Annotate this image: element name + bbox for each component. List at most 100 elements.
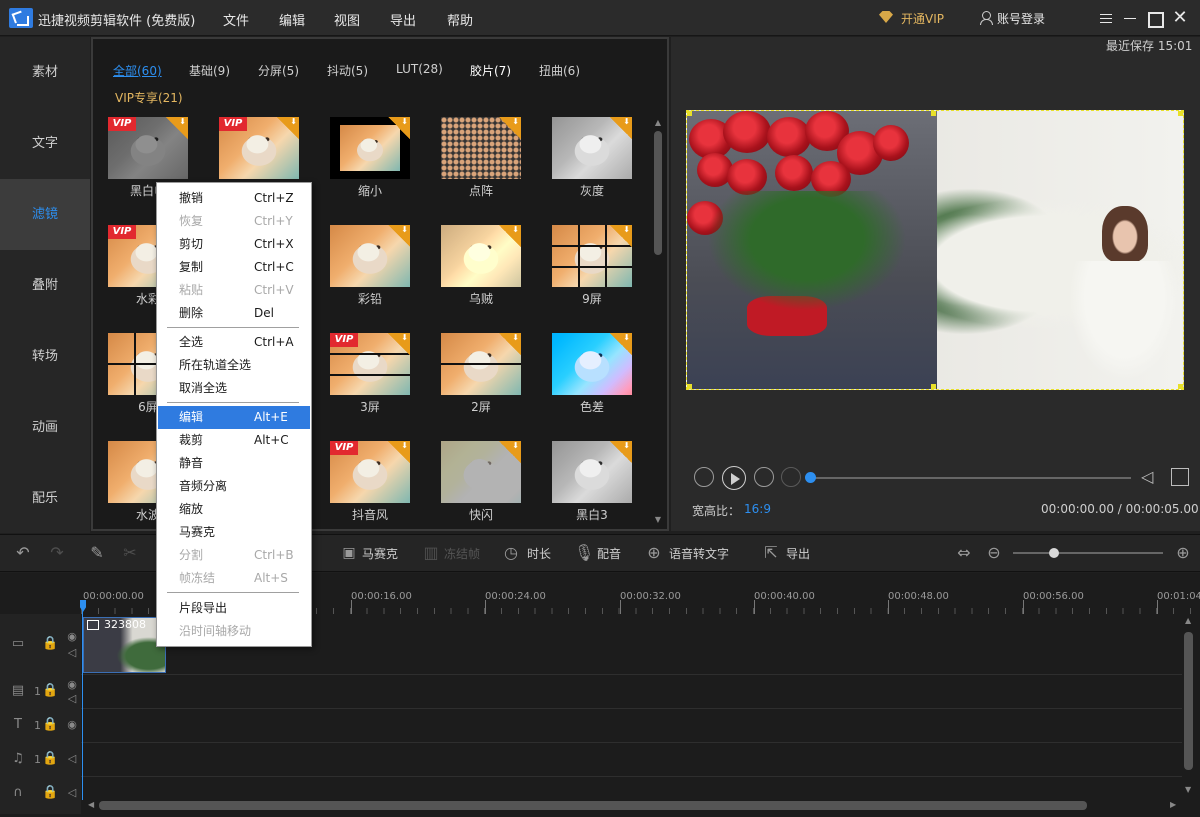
- edit-icon[interactable]: ✎: [88, 544, 106, 562]
- speech-to-text-icon[interactable]: ⊕: [645, 544, 663, 562]
- menu-item-freeze-frame[interactable]: 帧冻结 Alt+S: [158, 567, 310, 590]
- close-icon[interactable]: ✕: [1170, 8, 1190, 28]
- menu-file[interactable]: 文件: [223, 10, 249, 29]
- menu-item-paste[interactable]: 粘贴 Ctrl+V: [158, 279, 310, 302]
- speaker-icon[interactable]: ◁: [64, 751, 80, 767]
- menu-item-cut[interactable]: 剪切 Ctrl+X: [158, 233, 310, 256]
- menu-edit[interactable]: 编辑: [279, 10, 305, 29]
- tab-film[interactable]: 胶片(7): [470, 62, 511, 79]
- maximize-icon[interactable]: [1144, 8, 1164, 28]
- filter-thumb[interactable]: [552, 117, 632, 179]
- filter-thumb[interactable]: VIP: [330, 441, 410, 503]
- download-icon[interactable]: [277, 117, 299, 139]
- sidebar-item-music[interactable]: 配乐: [0, 463, 90, 534]
- freeze-frame-icon[interactable]: ▥: [422, 544, 440, 562]
- undo-icon[interactable]: ↶: [14, 544, 32, 562]
- export-button[interactable]: 导出: [786, 545, 810, 562]
- speech-to-text-button[interactable]: 语音转文字: [669, 545, 729, 562]
- zoom-out-icon[interactable]: ⊖: [985, 544, 1003, 562]
- zoom-in-icon[interactable]: ⊕: [1174, 544, 1192, 562]
- duration-button[interactable]: 时长: [527, 545, 551, 562]
- filter-thumb[interactable]: VIP: [330, 333, 410, 395]
- lock-icon[interactable]: 🔒: [42, 785, 58, 801]
- speaker-icon[interactable]: ◁: [64, 785, 80, 801]
- user-icon[interactable]: [980, 11, 993, 25]
- minimize-icon[interactable]: [1120, 8, 1140, 28]
- h-scroll-right-arrow[interactable]: ▶: [1170, 800, 1176, 809]
- voiceover-button[interactable]: 配音: [597, 545, 621, 562]
- download-icon[interactable]: [499, 333, 521, 355]
- aspect-ratio-value[interactable]: 16:9: [744, 502, 771, 516]
- filter-scrollbar[interactable]: [654, 131, 662, 255]
- menu-item-select-track[interactable]: 所在轨道全选: [158, 354, 310, 377]
- menu-item-undo[interactable]: 撤销 Ctrl+Z: [158, 187, 310, 210]
- filter-thumb[interactable]: VIP: [108, 117, 188, 179]
- lock-icon[interactable]: 🔒: [42, 717, 58, 733]
- filter-thumb[interactable]: [441, 225, 521, 287]
- playback-progress[interactable]: [809, 477, 1131, 479]
- menu-view[interactable]: 视图: [334, 10, 360, 29]
- preview-image[interactable]: [686, 110, 1184, 390]
- download-icon[interactable]: [610, 441, 632, 463]
- stop-button[interactable]: [781, 467, 801, 487]
- menu-item-split[interactable]: 分割 Ctrl+B: [158, 544, 310, 567]
- download-icon[interactable]: [166, 117, 188, 139]
- freeze-frame-button[interactable]: 冻结帧: [444, 545, 480, 562]
- menu-item-move-along-timeline[interactable]: 沿时间轴移动: [158, 620, 310, 643]
- speaker-icon[interactable]: ◁: [64, 645, 80, 661]
- filter-thumb[interactable]: [552, 333, 632, 395]
- v-scroll-down-arrow[interactable]: ▼: [1185, 785, 1191, 794]
- menu-item-crop[interactable]: 裁剪 Alt+C: [158, 429, 310, 452]
- menu-item-export-clip[interactable]: 片段导出: [158, 597, 310, 620]
- fullscreen-icon[interactable]: [1171, 468, 1189, 486]
- volume-icon[interactable]: ◁: [1141, 467, 1161, 487]
- filter-thumb[interactable]: [330, 225, 410, 287]
- download-icon[interactable]: [388, 333, 410, 355]
- filter-thumb[interactable]: [330, 117, 410, 179]
- menu-item-deselect-all[interactable]: 取消全选: [158, 377, 310, 400]
- h-scroll-left-arrow[interactable]: ◀: [88, 800, 94, 809]
- sidebar-item-filters[interactable]: 滤镜: [0, 179, 90, 250]
- mosaic-button[interactable]: 马赛克: [362, 545, 398, 562]
- speaker-icon[interactable]: ◁: [64, 691, 80, 707]
- tab-basic[interactable]: 基础(9): [189, 62, 230, 79]
- menu-help[interactable]: 帮助: [447, 10, 473, 29]
- prev-frame-button[interactable]: [694, 467, 714, 487]
- eye-icon[interactable]: ◉: [64, 629, 80, 645]
- download-icon[interactable]: [610, 117, 632, 139]
- filter-thumb[interactable]: [441, 333, 521, 395]
- export-icon[interactable]: ⇱: [762, 544, 780, 562]
- lock-icon[interactable]: 🔒: [42, 751, 58, 767]
- next-frame-button[interactable]: [754, 467, 774, 487]
- zoom-slider[interactable]: [1013, 552, 1163, 554]
- filter-thumb[interactable]: VIP: [219, 117, 299, 179]
- play-button[interactable]: [722, 466, 746, 490]
- timeline-v-scrollbar[interactable]: [1184, 632, 1193, 770]
- scroll-down-arrow[interactable]: ▼: [653, 515, 663, 524]
- sidebar-item-media[interactable]: 素材: [0, 37, 90, 108]
- download-icon[interactable]: [610, 333, 632, 355]
- fit-timeline-icon[interactable]: ⇔: [955, 544, 973, 562]
- hamburger-menu-icon[interactable]: [1096, 8, 1116, 28]
- eye-icon[interactable]: ◉: [64, 717, 80, 733]
- mosaic-icon[interactable]: ▣: [340, 544, 358, 562]
- tab-vip[interactable]: VIP专享(21): [115, 89, 183, 106]
- menu-item-redo[interactable]: 恢复 Ctrl+Y: [158, 210, 310, 233]
- clock-icon[interactable]: ◷: [502, 544, 520, 562]
- menu-item-copy[interactable]: 复制 Ctrl+C: [158, 256, 310, 279]
- lock-icon[interactable]: 🔒: [42, 636, 58, 652]
- menu-item-select-all[interactable]: 全选 Ctrl+A: [158, 331, 310, 354]
- cut-icon[interactable]: ✂: [121, 544, 139, 562]
- vip-button[interactable]: 开通VIP: [901, 10, 944, 27]
- tab-all[interactable]: 全部(60): [113, 62, 162, 79]
- menu-item-delete[interactable]: 删除 Del: [158, 302, 310, 325]
- download-icon[interactable]: [388, 441, 410, 463]
- sidebar-item-animation[interactable]: 动画: [0, 392, 90, 463]
- tab-distort[interactable]: 扭曲(6): [539, 62, 580, 79]
- download-icon[interactable]: [388, 225, 410, 247]
- v-scroll-up-arrow[interactable]: ▲: [1185, 616, 1191, 625]
- timeline-h-scrollbar[interactable]: [99, 801, 1087, 810]
- menu-item-edit[interactable]: 编辑 Alt+E: [158, 406, 310, 429]
- menu-export[interactable]: 导出: [390, 10, 416, 29]
- login-button[interactable]: 账号登录: [997, 10, 1045, 27]
